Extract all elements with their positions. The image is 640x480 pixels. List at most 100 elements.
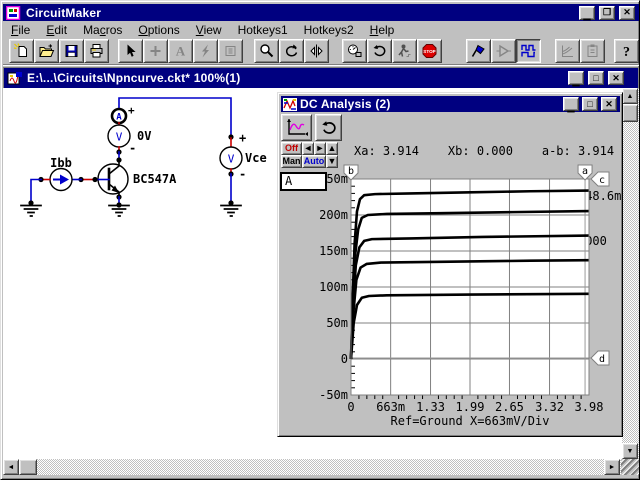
waveforms-button[interactable] xyxy=(516,39,541,63)
menu-view[interactable]: View xyxy=(188,22,230,38)
y-tick-label: 100m xyxy=(319,280,348,294)
cursor-flag-letter: d xyxy=(599,354,605,365)
vertical-scrollbar[interactable]: ▲ ▼ xyxy=(622,88,639,459)
dc-reset-button[interactable] xyxy=(315,114,342,141)
dc-analysis-icon xyxy=(283,98,297,111)
doc-minimize-button[interactable]: ▁ xyxy=(568,71,584,85)
rotate-icon xyxy=(283,43,300,59)
reset-icon xyxy=(371,43,388,59)
place-part-icon xyxy=(147,43,164,59)
probe-icon xyxy=(470,43,487,59)
text-tool-icon: A xyxy=(172,43,189,59)
analog-digital-icon xyxy=(495,43,512,59)
cursor-controls-row1: Off ◄ ► ▲ xyxy=(281,142,338,155)
cursor-left-button[interactable]: ◄ xyxy=(302,142,314,155)
y-tick-label: 200m xyxy=(319,208,348,222)
minimize-button[interactable]: ▁ xyxy=(579,6,595,20)
curve-tracer-button[interactable] xyxy=(555,39,580,63)
select-tool-button[interactable] xyxy=(118,39,143,63)
cursor-flag-letter: c xyxy=(599,175,605,186)
menu-options[interactable]: Options xyxy=(130,22,187,38)
x-tick-label: 1.33 xyxy=(416,400,445,414)
dc-minimize-button[interactable]: ▁ xyxy=(563,97,579,111)
print-icon xyxy=(88,43,105,59)
dc-reset-icon xyxy=(320,119,338,137)
cursor-right-button[interactable]: ► xyxy=(314,142,326,155)
document-icon xyxy=(7,71,23,86)
horizontal-scrollbar[interactable]: ◄ ► xyxy=(3,459,621,475)
dc-analysis-window: DC Analysis (2) ▁ □ ✕ Xa: 3.914 Xb: 0.00… xyxy=(277,92,623,437)
horizontal-scroll-thumb[interactable] xyxy=(19,459,37,475)
print-button[interactable] xyxy=(84,39,109,63)
voltmeter-letter-2: V xyxy=(228,153,235,166)
close-button[interactable]: ✕ xyxy=(619,6,635,20)
new-document-button[interactable] xyxy=(9,39,34,63)
y-tick-label: 150m xyxy=(319,244,348,258)
scroll-up-button[interactable]: ▲ xyxy=(622,88,638,104)
text-tool-button[interactable]: A xyxy=(168,39,193,63)
cursor-flag-letter: b xyxy=(348,166,354,177)
menu-hotkeys1[interactable]: Hotkeys1 xyxy=(230,22,296,38)
mirror-icon xyxy=(308,43,325,59)
off-button[interactable]: Off xyxy=(281,142,302,155)
wire-tool-button[interactable] xyxy=(193,39,218,63)
analyses-setup-button[interactable] xyxy=(342,39,367,63)
menu-hotkeys2[interactable]: Hotkeys2 xyxy=(296,22,362,38)
x-tick-label: 0 xyxy=(347,400,354,414)
doc-close-button[interactable]: ✕ xyxy=(608,71,624,85)
zoom-tool-button[interactable] xyxy=(254,39,279,63)
menu-edit[interactable]: Edit xyxy=(38,22,75,38)
dc-analysis-title-bar: DC Analysis (2) ▁ □ ✕ xyxy=(281,96,620,112)
device-editor-button[interactable] xyxy=(580,39,605,63)
voltmeter-letter-1: V xyxy=(116,131,123,144)
cursor-up-button[interactable]: ▲ xyxy=(326,142,338,155)
title-bar: CircuitMaker ▁ ❐ ✕ xyxy=(3,4,639,21)
dc-analysis-plot[interactable]: 250m200m150m100m50m0-50m0663m1.331.992.6… xyxy=(302,164,614,430)
reset-button[interactable] xyxy=(367,39,392,63)
dc-close-button[interactable]: ✕ xyxy=(601,97,617,111)
meter-value-label: 0V xyxy=(137,129,151,143)
restore-button[interactable]: ❐ xyxy=(599,6,615,20)
waveform-settings-button[interactable] xyxy=(281,114,312,141)
doc-maximize-button[interactable]: □ xyxy=(588,71,604,85)
save-button[interactable] xyxy=(59,39,84,63)
ammeter-letter: A xyxy=(116,113,122,123)
y-tick-label: 50m xyxy=(326,316,348,330)
dc-maximize-button[interactable]: □ xyxy=(582,97,598,111)
cursor-flag-letter: a xyxy=(582,166,588,177)
probe-tool-button[interactable] xyxy=(466,39,491,63)
meter-plus-sign: + xyxy=(128,104,135,117)
meter-minus-sign: - xyxy=(129,141,136,155)
open-folder-icon xyxy=(38,43,55,59)
scroll-down-button[interactable]: ▼ xyxy=(622,443,638,459)
dc-analysis-title: DC Analysis (2) xyxy=(300,97,391,111)
menu-file[interactable]: File xyxy=(3,22,38,38)
scroll-right-button[interactable]: ► xyxy=(604,459,620,475)
scroll-left-button[interactable]: ◄ xyxy=(3,459,19,475)
waveforms-icon xyxy=(520,43,537,59)
open-button[interactable] xyxy=(34,39,59,63)
naming-tool-icon xyxy=(222,43,239,59)
plot-footer: Ref=Ground X=663mV/Div xyxy=(391,414,550,428)
menu-macros[interactable]: Macros xyxy=(75,22,130,38)
analog-digital-button[interactable] xyxy=(491,39,516,63)
stop-button[interactable]: STOP xyxy=(417,39,442,63)
zoom-icon xyxy=(258,43,275,59)
vce-minus-sign: - xyxy=(239,167,246,181)
save-icon xyxy=(63,43,80,59)
resize-grip[interactable] xyxy=(621,459,639,475)
rotate-button[interactable] xyxy=(279,39,304,63)
x-tick-label: 663m xyxy=(376,400,405,414)
help-button[interactable]: ? xyxy=(614,39,639,63)
vertical-scroll-thumb[interactable] xyxy=(622,104,638,122)
naming-tool-button[interactable] xyxy=(218,39,243,63)
mirror-button[interactable] xyxy=(304,39,329,63)
man-button[interactable]: Man xyxy=(281,155,302,168)
ground-symbols xyxy=(21,206,241,217)
step-button[interactable] xyxy=(392,39,417,63)
place-part-button[interactable] xyxy=(143,39,168,63)
trace-label-box[interactable]: A xyxy=(280,172,327,191)
menu-help[interactable]: Help xyxy=(362,22,403,38)
x-tick-label: 3.98 xyxy=(575,400,604,414)
vce-plus-sign: + xyxy=(239,131,246,145)
